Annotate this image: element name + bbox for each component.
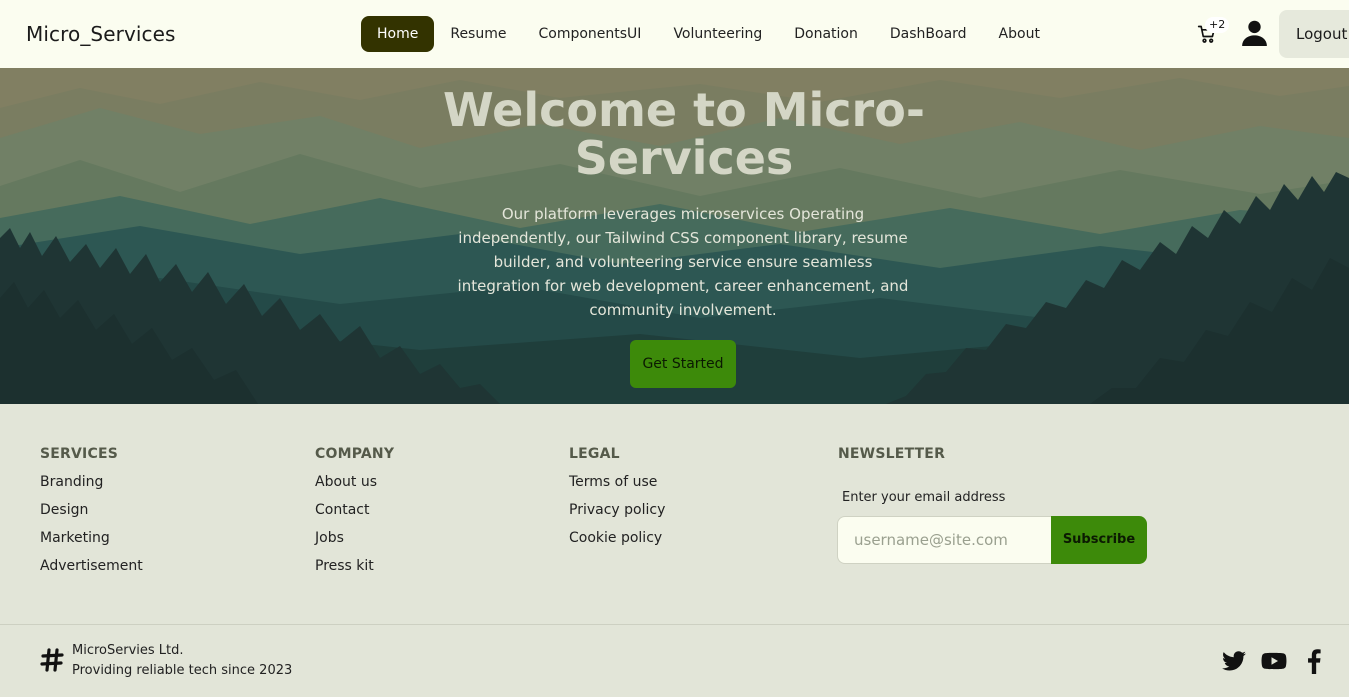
nav-home[interactable]: Home [361,16,435,52]
hero-description: Our platform leverages microservices Ope… [457,205,909,319]
link-contact[interactable]: Contact [315,502,394,520]
nav-components-ui[interactable]: ComponentsUI [522,16,657,52]
footer-newsletter-column: NEWSLETTER [838,446,945,464]
cart-count-badge: +2 [1205,17,1230,33]
logout-button[interactable]: Logout [1279,10,1349,58]
nav-about[interactable]: About [983,16,1056,52]
get-started-button[interactable]: Get Started [630,340,736,388]
link-advertisement[interactable]: Advertisement [40,558,143,576]
nav-links: Home Resume ComponentsUI Volunteering Do… [361,16,1056,52]
link-marketing[interactable]: Marketing [40,530,143,548]
footer-divider [0,624,1349,625]
hero-section: Welcome to Micro- Services Our platform … [0,68,1349,404]
company-name: MicroServies Ltd. [72,643,184,658]
nav-resume[interactable]: Resume [434,16,522,52]
hero-title-line-1: Welcome to Micro- [443,83,925,137]
newsletter-heading: NEWSLETTER [838,446,946,462]
link-privacy-policy[interactable]: Privacy policy [569,502,665,520]
company-heading: COMPANY [315,446,395,462]
user-icon[interactable] [1241,19,1268,46]
link-about-us[interactable]: About us [315,474,394,492]
services-heading: SERVICES [40,446,118,462]
hero-title-line-2: Services [574,131,794,185]
youtube-icon[interactable] [1261,648,1287,674]
footer-services-column: SERVICES Branding Design Marketing Adver… [40,446,143,576]
link-terms-of-use[interactable]: Terms of use [569,474,665,492]
link-jobs[interactable]: Jobs [315,530,394,548]
nav-volunteering[interactable]: Volunteering [657,16,778,52]
footer-legal-column: LEGAL Terms of use Privacy policy Cookie… [569,446,665,548]
legal-heading: LEGAL [569,446,620,462]
nav-donation[interactable]: Donation [778,16,874,52]
link-design[interactable]: Design [40,502,143,520]
twitter-icon[interactable] [1221,648,1247,674]
link-cookie-policy[interactable]: Cookie policy [569,530,665,548]
hero-title: Welcome to Micro- Services [424,86,944,182]
link-press-kit[interactable]: Press kit [315,558,394,576]
link-branding[interactable]: Branding [40,474,143,492]
facebook-icon[interactable] [1301,648,1327,674]
subscribe-button[interactable]: Subscribe [1051,516,1147,564]
company-logo-icon [40,648,64,672]
nav-dashboard[interactable]: DashBoard [874,16,983,52]
newsletter-email-input[interactable] [837,516,1053,564]
navbar: Micro_Services Home Resume ComponentsUI … [0,0,1349,68]
company-tagline: Providing reliable tech since 2023 [72,663,293,678]
footer-company-column: COMPANY About us Contact Jobs Press kit [315,446,394,576]
newsletter-email-label: Enter your email address [842,490,1006,505]
brand-logo[interactable]: Micro_Services [26,22,176,46]
